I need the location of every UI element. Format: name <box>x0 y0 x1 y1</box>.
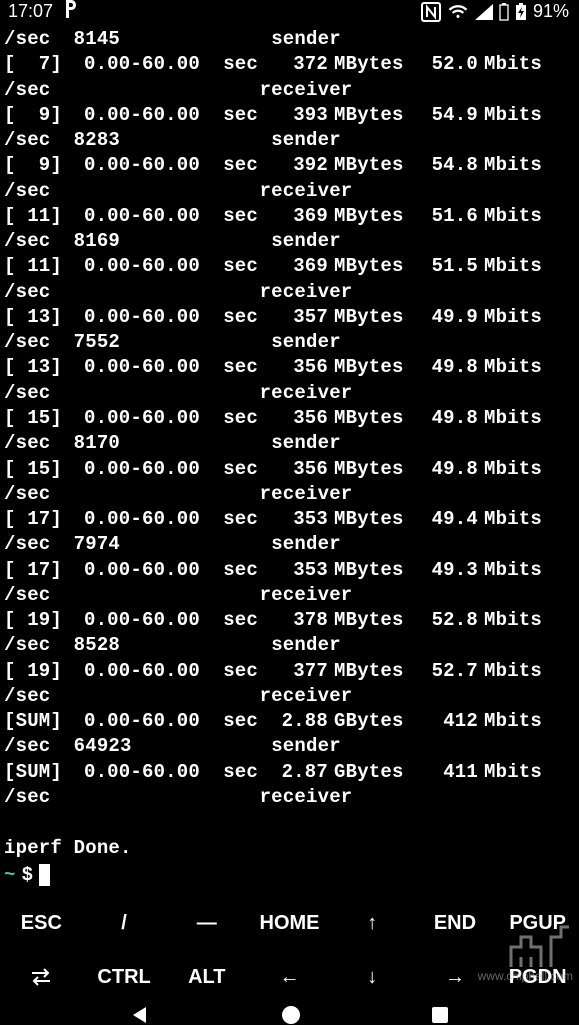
key-pgdn[interactable]: PGDN <box>496 966 579 989</box>
cursor <box>39 864 50 886</box>
iperf-wrap-row: /sec 64923sender <box>4 734 575 759</box>
iperf-wrap-row: /sec 8528sender <box>4 633 575 658</box>
extra-keys: ESC / — HOME ↑ END PGUP CTRL ALT ← ↓ → P… <box>0 888 579 1004</box>
battery-empty-icon <box>499 3 509 21</box>
app-indicator-icon <box>63 0 77 23</box>
battery-charge-icon <box>515 3 527 21</box>
iperf-data-row: [ 7]0.00-60.00sec372MBytes52.0Mbits <box>4 52 575 77</box>
iperf-wrap-row: /sec 8170sender <box>4 431 575 456</box>
iperf-data-row: [ 11]0.00-60.00sec369MBytes51.6Mbits <box>4 204 575 229</box>
iperf-wrap-row: /secreceiver <box>4 179 575 204</box>
iperf-data-row: [ 17]0.00-60.00sec353MBytes49.4Mbits <box>4 507 575 532</box>
iperf-data-row: [ 9]0.00-60.00sec392MBytes54.8Mbits <box>4 153 575 178</box>
blank-line <box>4 810 575 835</box>
key-up[interactable]: ↑ <box>331 912 414 935</box>
iperf-wrap-row: /secreceiver <box>4 482 575 507</box>
nav-recent-icon[interactable] <box>430 1005 450 1025</box>
key-pgup[interactable]: PGUP <box>496 912 579 935</box>
clock: 17:07 <box>8 1 53 22</box>
extra-keys-row-2: CTRL ALT ← ↓ → PGDN <box>0 950 579 1004</box>
iperf-done-line: iperf Done. <box>4 836 575 861</box>
status-bar: 17:07 <box>0 0 579 23</box>
android-nav-bar <box>0 1004 579 1025</box>
signal-icon <box>475 4 493 20</box>
key-swap-icon[interactable] <box>0 967 83 987</box>
status-bar-left: 17:07 <box>8 0 77 23</box>
iperf-wrap-row: /secreceiver <box>4 78 575 103</box>
iperf-wrap-row: /sec 8145sender <box>4 27 575 52</box>
iperf-wrap-row: /sec 8169sender <box>4 229 575 254</box>
key-end[interactable]: END <box>414 912 497 935</box>
iperf-wrap-row: /secreceiver <box>4 381 575 406</box>
extra-keys-row-1: ESC / — HOME ↑ END PGUP <box>0 896 579 950</box>
iperf-data-row: [ 19]0.00-60.00sec377MBytes52.7Mbits <box>4 659 575 684</box>
wifi-icon <box>447 3 469 21</box>
prompt-tilde: ~ <box>4 863 16 888</box>
iperf-wrap-row: /secreceiver <box>4 684 575 709</box>
iperf-data-row: [ 11]0.00-60.00sec369MBytes51.5Mbits <box>4 254 575 279</box>
shell-prompt[interactable]: ~$ <box>4 863 575 888</box>
nfc-icon <box>421 2 441 22</box>
key-slash[interactable]: / <box>83 912 166 935</box>
iperf-data-row: [ 17]0.00-60.00sec353MBytes49.3Mbits <box>4 558 575 583</box>
iperf-data-row: [ 15]0.00-60.00sec356MBytes49.8Mbits <box>4 457 575 482</box>
iperf-data-row: [SUM]0.00-60.00sec2.88GBytes412Mbits <box>4 709 575 734</box>
prompt-dollar: $ <box>22 863 34 888</box>
iperf-data-row: [ 15]0.00-60.00sec356MBytes49.8Mbits <box>4 406 575 431</box>
iperf-wrap-row: /secreceiver <box>4 280 575 305</box>
nav-home-icon[interactable] <box>280 1004 302 1025</box>
key-left[interactable]: ← <box>248 966 331 989</box>
iperf-wrap-row: /sec 7552sender <box>4 330 575 355</box>
iperf-wrap-row: /secreceiver <box>4 583 575 608</box>
terminal-output[interactable]: /sec 8145sender[ 7]0.00-60.00sec372MByte… <box>0 23 579 888</box>
iperf-wrap-row: /secreceiver <box>4 785 575 810</box>
key-home[interactable]: HOME <box>248 912 331 935</box>
key-alt[interactable]: ALT <box>165 966 248 989</box>
key-dash[interactable]: — <box>165 912 248 935</box>
key-down[interactable]: ↓ <box>331 966 414 989</box>
iperf-data-row: [ 13]0.00-60.00sec356MBytes49.8Mbits <box>4 355 575 380</box>
key-esc[interactable]: ESC <box>0 912 83 935</box>
iperf-wrap-row: /sec 7974sender <box>4 532 575 557</box>
iperf-data-row: [ 13]0.00-60.00sec357MBytes49.9Mbits <box>4 305 575 330</box>
iperf-data-row: [ 19]0.00-60.00sec378MBytes52.8Mbits <box>4 608 575 633</box>
status-bar-right: 91% <box>421 1 569 22</box>
key-ctrl[interactable]: CTRL <box>83 966 166 989</box>
nav-back-icon[interactable] <box>129 1004 151 1025</box>
iperf-data-row: [ 9]0.00-60.00sec393MBytes54.9Mbits <box>4 103 575 128</box>
iperf-wrap-row: /sec 8283sender <box>4 128 575 153</box>
iperf-data-row: [SUM]0.00-60.00sec2.87GBytes411Mbits <box>4 760 575 785</box>
battery-pct: 91% <box>533 1 569 22</box>
key-right[interactable]: → <box>414 966 497 989</box>
